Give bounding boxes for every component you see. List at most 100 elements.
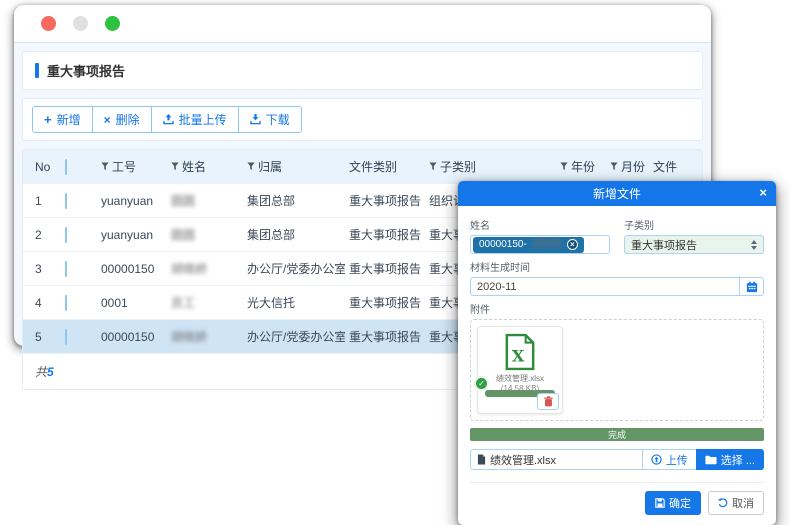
x-icon: ×: [104, 114, 111, 126]
download-label: 下载: [266, 111, 290, 128]
svg-text:X: X: [512, 346, 525, 365]
cell-name: 员工: [171, 296, 195, 310]
header-name[interactable]: 姓名: [167, 150, 243, 184]
modal-body: 姓名 00000150-胡晓娇 × 子类别 重大事项报告 材料生成时间 2020…: [458, 206, 776, 525]
upload-progress-label: 完成: [608, 428, 626, 441]
upload-file-label: 上传: [666, 452, 688, 468]
cell-category: 重大事项报告: [345, 218, 425, 252]
chosen-file-display: 绩效管理.xlsx: [470, 449, 643, 470]
remove-tag-icon[interactable]: ×: [567, 239, 578, 250]
header-subcategory[interactable]: 子类别: [425, 150, 556, 184]
header-category: 文件类别: [345, 150, 425, 184]
cell-emp-id: 00000150: [97, 252, 167, 286]
attachment-dropzone[interactable]: X 绩效管理.xlsx (14.58 KB) ✓: [470, 319, 764, 421]
delete-button[interactable]: × 删除: [92, 106, 152, 133]
select-spinner-icon: [751, 240, 757, 250]
cell-emp-id: yuanyuan: [97, 218, 167, 252]
upload-file-button[interactable]: 上传: [642, 449, 697, 470]
cell-no: 2: [23, 218, 61, 252]
cell-org: 办公厅/党委办公室: [243, 252, 345, 286]
close-icon[interactable]: ×: [759, 184, 767, 202]
filter-icon: [610, 162, 618, 171]
name-input[interactable]: 00000150- 胡晓娇 ×: [470, 235, 610, 254]
confirm-button-label: 确定: [669, 495, 691, 511]
date-input[interactable]: 2020-11: [471, 278, 739, 295]
row-checkbox[interactable]: [65, 227, 67, 243]
close-window-dot[interactable]: [41, 16, 56, 31]
zoom-window-dot[interactable]: [105, 16, 120, 31]
name-tag: 00000150- 胡晓娇 ×: [473, 237, 584, 253]
row-checkbox[interactable]: [65, 295, 67, 311]
subcategory-field-label: 子类别: [624, 217, 764, 232]
delete-button-label: 删除: [116, 111, 140, 128]
row-checkbox[interactable]: [65, 261, 67, 277]
minimize-window-dot[interactable]: [73, 16, 88, 31]
cell-no: 3: [23, 252, 61, 286]
date-field-label: 材料生成时间: [470, 259, 764, 274]
subcategory-value: 重大事项报告: [631, 237, 697, 253]
cell-org: 集团总部: [243, 184, 345, 218]
delete-file-button[interactable]: [537, 393, 559, 410]
cell-emp-id: yuanyuan: [97, 184, 167, 218]
cell-category: 重大事项报告: [345, 286, 425, 320]
title-accent-bar: [35, 63, 39, 78]
chosen-file-name: 绩效管理.xlsx: [490, 452, 556, 468]
header-emp-id[interactable]: 工号: [97, 150, 167, 184]
cell-category: 重大事项报告: [345, 320, 425, 354]
modal-header: 新增文件 ×: [458, 181, 776, 206]
excel-file-icon: X: [504, 333, 536, 371]
confirm-button[interactable]: 确定: [645, 491, 701, 515]
choose-file-button[interactable]: 选择 ...: [696, 449, 764, 470]
window-titlebar: [14, 5, 711, 43]
cell-no: 5: [23, 320, 61, 354]
filter-icon: [247, 162, 255, 171]
file-card-name: 绩效管理.xlsx: [482, 373, 558, 384]
toolbar-button-group: + 新增 × 删除 批量上传 下载: [32, 106, 302, 133]
header-org[interactable]: 归属: [243, 150, 345, 184]
batch-upload-button[interactable]: 批量上传: [151, 106, 239, 133]
document-icon: [477, 454, 486, 465]
toolbar: + 新增 × 删除 批量上传 下载: [22, 98, 703, 141]
attachment-field-label: 附件: [470, 301, 764, 316]
select-all-checkbox[interactable]: [65, 159, 67, 175]
cancel-button[interactable]: 取消: [708, 491, 764, 515]
modal-footer: 确定 取消: [470, 482, 764, 515]
plus-icon: +: [44, 113, 52, 126]
name-tag-prefix: 00000150-: [479, 239, 527, 251]
download-icon: [250, 114, 261, 125]
check-icon: ✓: [474, 376, 489, 391]
row-checkbox[interactable]: [65, 329, 67, 345]
batch-upload-label: 批量上传: [179, 111, 227, 128]
upload-progress-bar: 完成: [470, 428, 764, 441]
row-checkbox[interactable]: [65, 193, 67, 209]
cell-org: 集团总部: [243, 218, 345, 252]
download-button[interactable]: 下载: [238, 106, 302, 133]
cell-category: 重大事项报告: [345, 252, 425, 286]
cell-org: 办公厅/党委办公室: [243, 320, 345, 354]
add-button[interactable]: + 新增: [32, 106, 93, 133]
cell-name: 圆圆: [171, 228, 195, 242]
add-button-label: 新增: [57, 111, 81, 128]
modal-title: 新增文件: [593, 185, 641, 202]
cancel-button-label: 取消: [732, 495, 754, 511]
page-title-panel: 重大事项报告: [22, 51, 703, 90]
name-tag-name: 胡晓娇: [532, 239, 562, 251]
date-input-group: 2020-11: [470, 277, 764, 296]
cell-no: 4: [23, 286, 61, 320]
calendar-icon[interactable]: [739, 278, 763, 295]
cell-name: 胡晓娇: [171, 330, 207, 344]
filter-icon: [101, 162, 109, 171]
header-file: 文件: [649, 150, 702, 184]
header-year[interactable]: 年份: [556, 150, 606, 184]
header-no: No: [23, 150, 61, 184]
header-month[interactable]: 月份: [606, 150, 649, 184]
trash-icon: [544, 396, 553, 407]
choose-file-label: 选择 ...: [721, 452, 755, 468]
cell-category: 重大事项报告: [345, 184, 425, 218]
filter-icon: [560, 162, 568, 171]
subcategory-select[interactable]: 重大事项报告: [624, 235, 764, 254]
cell-emp-id: 00000150: [97, 320, 167, 354]
upload-circle-icon: [651, 454, 662, 465]
add-file-modal: 新增文件 × 姓名 00000150-胡晓娇 × 子类别 重大事项报告: [458, 181, 776, 525]
folder-icon: [705, 455, 717, 465]
